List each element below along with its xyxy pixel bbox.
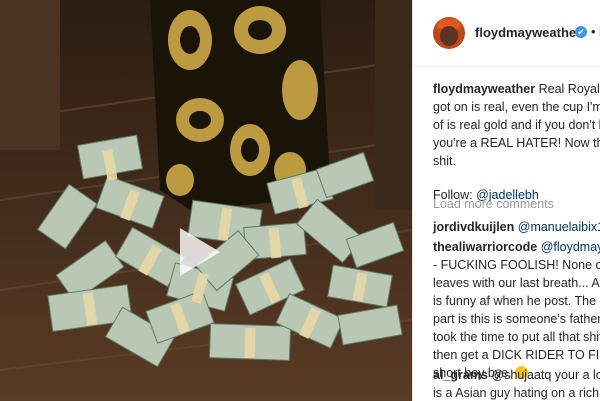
comment: thealiwarriorcode @floydmayw - FUCKING F… (433, 238, 600, 382)
avatar[interactable] (433, 17, 465, 49)
comment: al_grams @shujaatq your a lose is a Asia… (433, 366, 600, 401)
caption-line: you're a REAL HATER! Now that' (433, 136, 600, 150)
caption-text: Real Royalty. (538, 82, 600, 96)
verified-icon: ✔ (575, 26, 587, 38)
comment-line: leaves with our last breath... At l (433, 276, 600, 290)
comment-line: is a Asian guy hating on a rich b (433, 386, 600, 400)
comment-line: then get a DICK RIDER TO FILM (433, 348, 600, 362)
comment-line: - FUCKING FOOLISH! None of th (433, 258, 600, 272)
comment-line: is funny af when he post. The sa (433, 294, 600, 308)
comment-username[interactable]: thealiwarriorcode (433, 240, 537, 254)
comment-line: part is this is someone's father t (433, 312, 600, 326)
play-button[interactable] (180, 228, 220, 276)
comment-text[interactable]: @manuelaibix10 (518, 220, 600, 234)
header-username[interactable]: floydmayweather (475, 25, 581, 40)
comment-line: took the time to put all that shit (433, 330, 600, 344)
comment-username[interactable]: jordivdkuijlen (433, 220, 514, 234)
load-more-comments-button[interactable]: Load more comments (433, 197, 554, 211)
post-video[interactable] (0, 0, 412, 401)
caption-line: of is real gold and if you don't li (433, 118, 600, 132)
post-sidebar: floydmayweather ✔ • F floydmayweather Re… (412, 0, 600, 401)
post-header: floydmayweather ✔ • F (413, 0, 600, 67)
comment: jordivdkuijlen @manuelaibix10 (433, 218, 600, 236)
caption-username[interactable]: floydmayweather (433, 82, 535, 96)
avatar-face (440, 26, 458, 46)
post-caption: floydmayweather Real Royalty. got on is … (433, 80, 600, 204)
money-stacks-image (0, 0, 412, 401)
caption-line: got on is real, even the cup I'm s (433, 100, 600, 114)
separator-dot: • (591, 24, 596, 39)
comment-username[interactable]: al_grams (433, 368, 488, 382)
caption-line: shit. (433, 154, 456, 168)
comment-text: @shujaatq your a lose (491, 368, 600, 382)
comment-mention[interactable]: @floydmayw (541, 240, 600, 254)
